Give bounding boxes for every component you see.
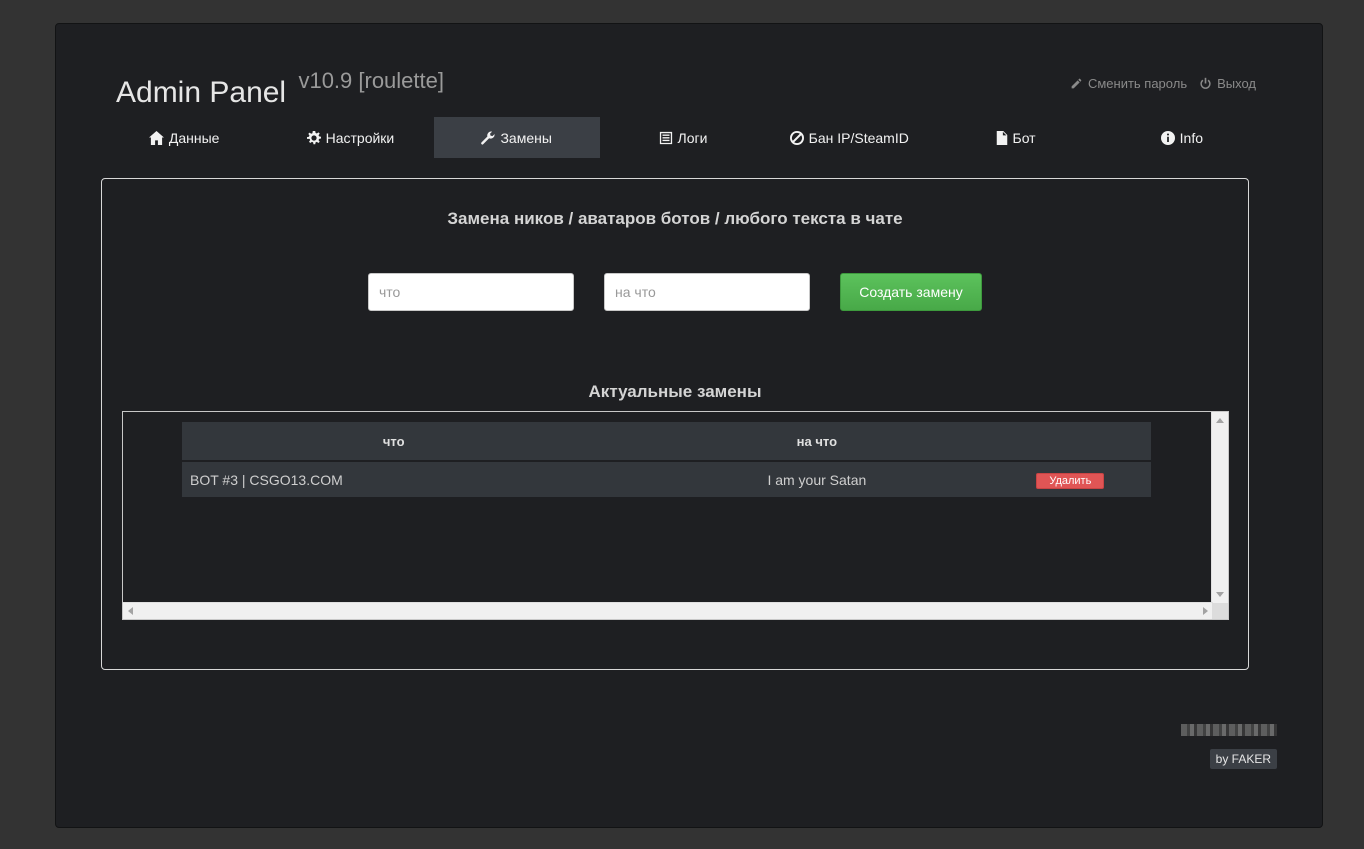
replace-from-input[interactable]	[368, 273, 574, 311]
file-icon	[996, 130, 1007, 145]
cell-actions: Удалить	[1028, 461, 1151, 497]
pencil-icon	[1071, 78, 1082, 89]
tab-info[interactable]: Info	[1099, 117, 1265, 158]
home-icon	[148, 130, 164, 145]
scrollbar-corner	[1212, 603, 1228, 619]
power-icon	[1200, 77, 1211, 89]
list-icon	[659, 131, 672, 144]
table-header-row: что на что	[182, 422, 1151, 462]
tab-replacements[interactable]: Замены	[433, 117, 600, 158]
table-row: BOT #3 | CSGO13.COM I am your Satan Удал…	[182, 461, 1151, 497]
gear-icon	[306, 130, 321, 144]
tab-label: Бот	[1012, 129, 1036, 146]
tab-label: Настройки	[325, 129, 395, 146]
cell-to: I am your Satan	[605, 461, 1029, 497]
replacements-table-wrapper: что на что BOT #3 | CSGO13.COM I am your…	[182, 422, 1151, 497]
tab-data[interactable]: Данные	[101, 117, 267, 158]
wrench-icon	[481, 130, 496, 144]
change-password-label: Сменить пароль	[1087, 76, 1188, 91]
replacements-table: что на что BOT #3 | CSGO13.COM I am your…	[182, 422, 1151, 497]
tab-logs[interactable]: Логи	[600, 117, 766, 158]
tab-label: Логи	[677, 129, 708, 146]
replacements-card: Замена ников / аватаров ботов / любого т…	[101, 178, 1249, 670]
logout-link[interactable]: Выход	[1199, 76, 1256, 91]
column-header-to: на что	[605, 422, 1029, 462]
replace-to-input[interactable]	[604, 273, 810, 311]
change-password-link[interactable]: Сменить пароль	[1070, 76, 1187, 91]
tab-bot[interactable]: Бот	[932, 117, 1098, 158]
column-header-actions	[1028, 422, 1151, 462]
column-header-from: что	[182, 422, 606, 462]
app-version: v10.9 [roulette]	[298, 68, 444, 93]
admin-frame: Admin Panel v10.9 [roulette] Сменить пар…	[55, 23, 1323, 828]
logout-label: Выход	[1217, 76, 1256, 91]
tab-settings[interactable]: Настройки	[267, 117, 433, 158]
ban-icon	[789, 130, 804, 145]
author-badge: by FAKER	[1209, 749, 1277, 769]
tab-ban[interactable]: Бан IP/SteamID	[766, 117, 932, 158]
page-title: Admin Panel v10.9 [roulette]	[116, 68, 444, 110]
tab-label: Замены	[500, 129, 552, 146]
scroll-up-icon[interactable]	[1216, 418, 1224, 423]
vertical-scrollbar[interactable]	[1211, 412, 1228, 603]
tab-label: Данные	[168, 129, 220, 146]
cell-from: BOT #3 | CSGO13.COM	[182, 461, 606, 497]
scroll-right-icon[interactable]	[1203, 607, 1208, 615]
horizontal-scrollbar[interactable]	[123, 602, 1213, 619]
blurred-ip-address	[1181, 724, 1277, 736]
scroll-down-icon[interactable]	[1216, 592, 1224, 597]
create-replacement-button[interactable]: Создать замену	[840, 273, 982, 311]
app-title: Admin Panel	[116, 76, 287, 109]
info-icon	[1160, 130, 1175, 145]
replace-form: Создать замену	[368, 273, 982, 311]
main-tabs: Данные Настройки Замены Логи Бан IP/Stea…	[101, 117, 1265, 158]
current-replacements-heading: Актуальные замены	[588, 382, 762, 401]
replace-form-heading: Замена ников / аватаров ботов / любого т…	[447, 209, 903, 228]
delete-button[interactable]: Удалить	[1036, 472, 1105, 489]
replacements-table-container[interactable]: что на что BOT #3 | CSGO13.COM I am your…	[122, 411, 1229, 620]
scroll-left-icon[interactable]	[128, 607, 133, 615]
tab-label: Info	[1179, 129, 1203, 146]
tab-label: Бан IP/SteamID	[808, 129, 909, 146]
top-links: Сменить пароль Выход	[1070, 76, 1256, 91]
